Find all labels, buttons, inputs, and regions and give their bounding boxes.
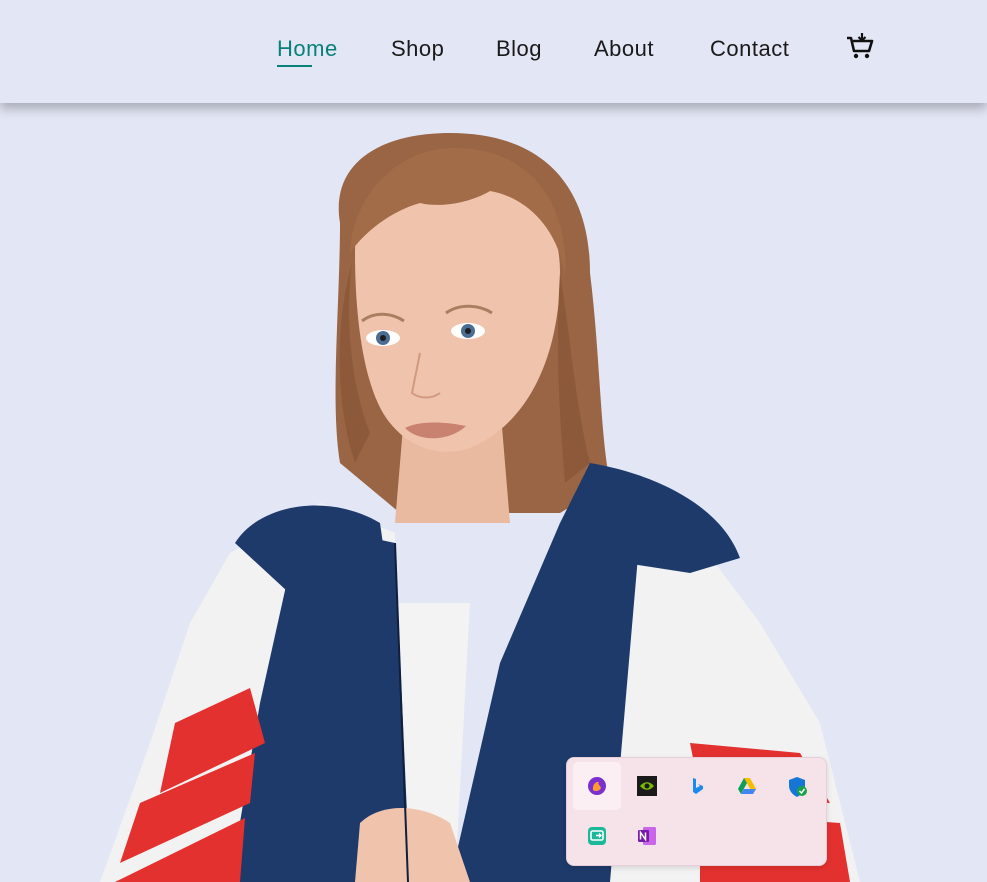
system-tray-flyout bbox=[566, 757, 827, 866]
google-drive-icon[interactable] bbox=[723, 762, 771, 810]
firefox-dev-icon[interactable] bbox=[573, 762, 621, 810]
nav-about-link[interactable]: About bbox=[594, 36, 654, 62]
cart-icon[interactable] bbox=[846, 32, 874, 60]
nav-blog-link[interactable]: Blog bbox=[496, 36, 542, 62]
bing-icon[interactable] bbox=[673, 762, 721, 810]
hero-banner bbox=[0, 103, 987, 882]
windows-security-icon[interactable] bbox=[773, 762, 821, 810]
remote-desktop-icon[interactable] bbox=[573, 812, 621, 860]
onenote-icon[interactable] bbox=[623, 812, 671, 860]
nvidia-icon[interactable] bbox=[623, 762, 671, 810]
nav-shop-link[interactable]: Shop bbox=[391, 36, 444, 62]
top-navbar: Home Shop Blog About Contact bbox=[0, 0, 987, 103]
hero-model-image bbox=[100, 133, 860, 882]
nav-home-link[interactable]: Home bbox=[277, 36, 338, 67]
nav-contact-link[interactable]: Contact bbox=[710, 36, 789, 62]
